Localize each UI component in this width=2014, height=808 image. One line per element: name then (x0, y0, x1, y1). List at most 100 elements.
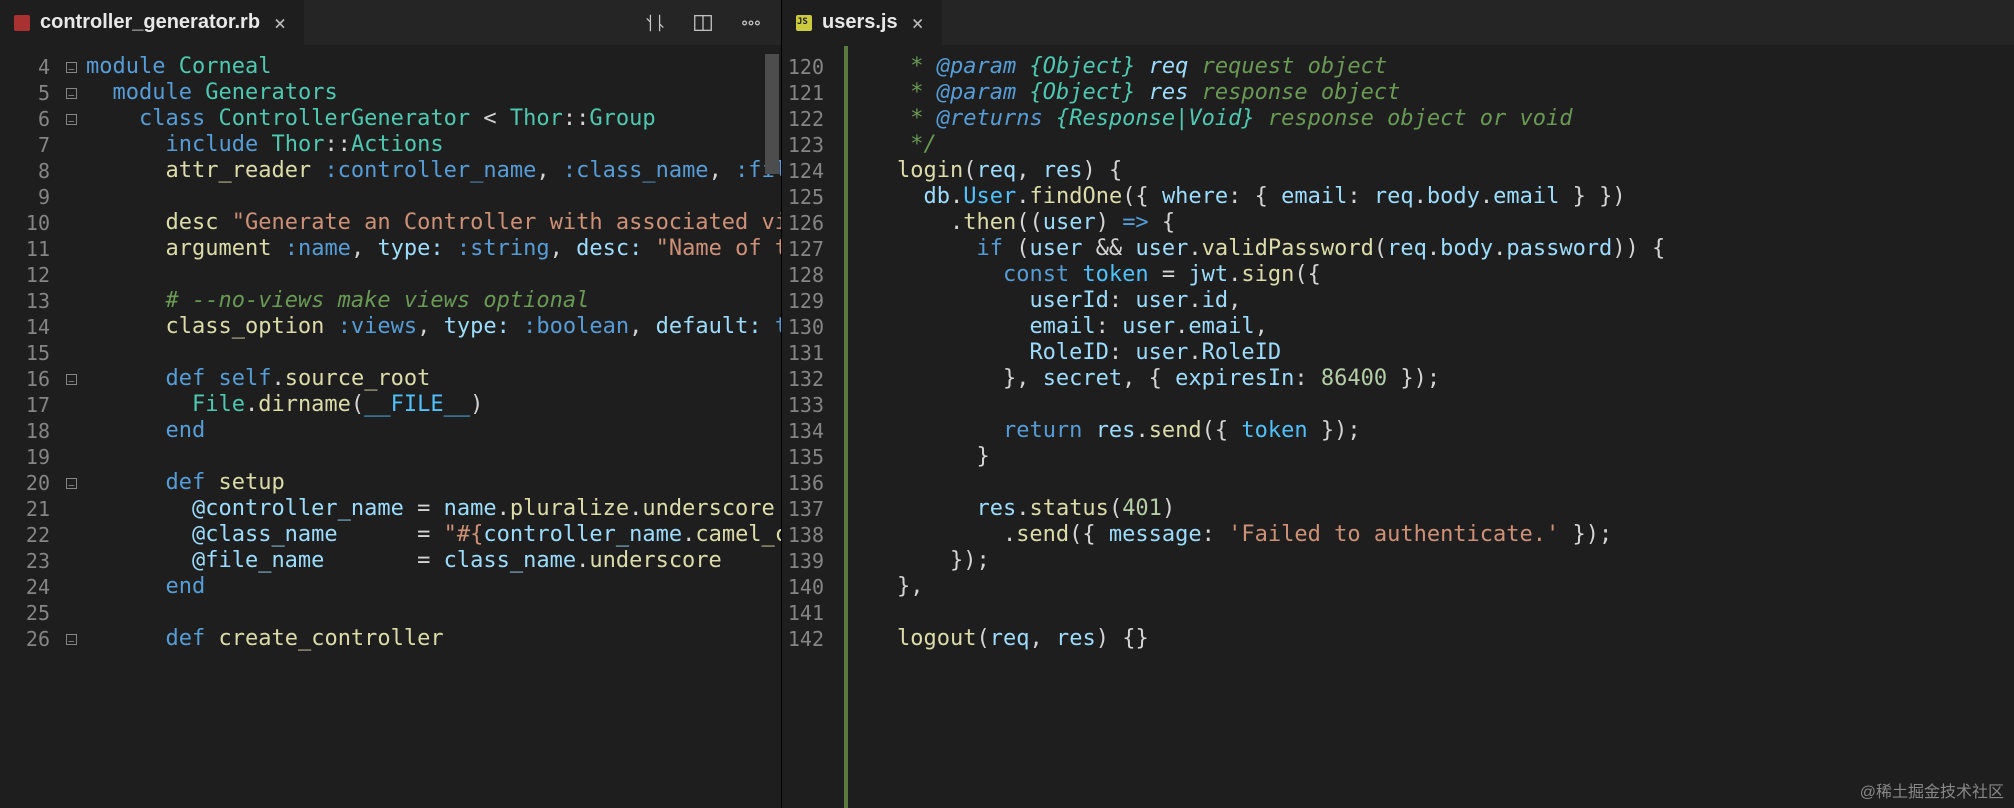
code-content[interactable]: File.dirname(__FILE__) (80, 392, 781, 418)
fold-toggle-icon[interactable] (64, 626, 80, 652)
code-line[interactable]: 11 argument :name, type: :string, desc: … (0, 236, 781, 262)
code-line[interactable]: 139 }); (782, 548, 2014, 574)
code-line[interactable]: 8 attr_reader :controller_name, :class_n… (0, 158, 781, 184)
code-line[interactable]: 13 # --no-views make views optional (0, 288, 781, 314)
compare-changes-icon[interactable] (643, 11, 667, 35)
code-line[interactable]: 132 }, secret, { expiresIn: 86400 }); (782, 366, 2014, 392)
code-content[interactable]: def create_controller (80, 626, 781, 652)
code-line[interactable]: 16 def self.source_root (0, 366, 781, 392)
scrollbar[interactable] (765, 54, 779, 174)
code-line[interactable]: 130 email: user.email, (782, 314, 2014, 340)
code-content[interactable]: email: user.email, (838, 314, 2014, 340)
code-line[interactable]: 126 .then((user) => { (782, 210, 2014, 236)
code-line[interactable]: 135 } (782, 444, 2014, 470)
code-content[interactable] (80, 340, 781, 366)
code-content[interactable]: if (user && user.validPassword(req.body.… (838, 236, 2014, 262)
code-content[interactable]: const token = jwt.sign({ (838, 262, 2014, 288)
code-line[interactable]: 12 (0, 262, 781, 288)
code-line[interactable]: 18 end (0, 418, 781, 444)
code-line[interactable]: 141 (782, 600, 2014, 626)
fold-toggle-icon[interactable] (64, 470, 80, 496)
code-content[interactable]: class ControllerGenerator < Thor::Group (80, 106, 781, 132)
code-content[interactable]: login(req, res) { (838, 158, 2014, 184)
code-content[interactable]: .then((user) => { (838, 210, 2014, 236)
code-content[interactable]: @file_name = class_name.underscore (80, 548, 781, 574)
code-area-right[interactable]: 120 * @param {Object} req request object… (782, 46, 2014, 808)
code-line[interactable]: 6 class ControllerGenerator < Thor::Grou… (0, 106, 781, 132)
code-content[interactable] (838, 600, 2014, 626)
code-line[interactable]: 122 * @returns {Response|Void} response … (782, 106, 2014, 132)
code-content[interactable]: res.status(401) (838, 496, 2014, 522)
code-line[interactable]: 128 const token = jwt.sign({ (782, 262, 2014, 288)
code-content[interactable] (80, 262, 781, 288)
close-icon[interactable]: × (270, 11, 290, 35)
code-area-left[interactable]: 4module Corneal5 module Generators6 clas… (0, 46, 781, 808)
code-line[interactable]: 5 module Generators (0, 80, 781, 106)
code-content[interactable]: }, (838, 574, 2014, 600)
code-line[interactable]: 140 }, (782, 574, 2014, 600)
code-line[interactable]: 7 include Thor::Actions (0, 132, 781, 158)
tab-controller-generator[interactable]: controller_generator.rb × (0, 0, 305, 45)
code-line[interactable]: 138 .send({ message: 'Failed to authenti… (782, 522, 2014, 548)
code-line[interactable]: 131 RoleID: user.RoleID (782, 340, 2014, 366)
code-content[interactable]: end (80, 574, 781, 600)
code-line[interactable]: 121 * @param {Object} res response objec… (782, 80, 2014, 106)
code-content[interactable]: * @returns {Response|Void} response obje… (838, 106, 2014, 132)
code-line[interactable]: 26 def create_controller (0, 626, 781, 652)
code-line[interactable]: 20 def setup (0, 470, 781, 496)
code-content[interactable]: desc "Generate an Controller with associ… (80, 210, 781, 236)
code-line[interactable]: 21 @controller_name = name.pluralize.und… (0, 496, 781, 522)
code-line[interactable]: 137 res.status(401) (782, 496, 2014, 522)
code-content[interactable]: argument :name, type: :string, desc: "Na… (80, 236, 781, 262)
code-content[interactable]: @controller_name = name.pluralize.unders… (80, 496, 781, 522)
code-content[interactable]: }, secret, { expiresIn: 86400 }); (838, 366, 2014, 392)
code-content[interactable]: * @param {Object} res response object (838, 80, 2014, 106)
code-content[interactable] (80, 600, 781, 626)
code-line[interactable]: 15 (0, 340, 781, 366)
code-line[interactable]: 136 (782, 470, 2014, 496)
code-line[interactable]: 127 if (user && user.validPassword(req.b… (782, 236, 2014, 262)
code-line[interactable]: 14 class_option :views, type: :boolean, … (0, 314, 781, 340)
code-content[interactable]: }); (838, 548, 2014, 574)
fold-toggle-icon[interactable] (64, 80, 80, 106)
code-content[interactable]: module Corneal (80, 54, 781, 80)
code-line[interactable]: 125 db.User.findOne({ where: { email: re… (782, 184, 2014, 210)
code-content[interactable]: def setup (80, 470, 781, 496)
code-line[interactable]: 22 @class_name = "#{controller_name.came… (0, 522, 781, 548)
code-content[interactable]: # --no-views make views optional (80, 288, 781, 314)
code-content[interactable] (838, 470, 2014, 496)
tab-users-js[interactable]: users.js × (782, 0, 943, 45)
code-line[interactable]: 134 return res.send({ token }); (782, 418, 2014, 444)
code-line[interactable]: 120 * @param {Object} req request object (782, 54, 2014, 80)
code-content[interactable]: RoleID: user.RoleID (838, 340, 2014, 366)
code-line[interactable]: 10 desc "Generate an Controller with ass… (0, 210, 781, 236)
code-content[interactable]: def self.source_root (80, 366, 781, 392)
fold-toggle-icon[interactable] (64, 366, 80, 392)
code-content[interactable]: attr_reader :controller_name, :class_nam… (80, 158, 781, 184)
code-content[interactable]: @class_name = "#{controller_name.camel_c… (80, 522, 781, 548)
code-content[interactable] (80, 444, 781, 470)
code-line[interactable]: 24 end (0, 574, 781, 600)
code-line[interactable]: 124 login(req, res) { (782, 158, 2014, 184)
code-line[interactable]: 17 File.dirname(__FILE__) (0, 392, 781, 418)
code-line[interactable]: 142 logout(req, res) {} (782, 626, 2014, 652)
code-content[interactable]: module Generators (80, 80, 781, 106)
code-line[interactable]: 129 userId: user.id, (782, 288, 2014, 314)
more-actions-icon[interactable] (739, 11, 763, 35)
code-content[interactable]: end (80, 418, 781, 444)
code-content[interactable]: include Thor::Actions (80, 132, 781, 158)
code-content[interactable] (838, 392, 2014, 418)
code-line[interactable]: 123 */ (782, 132, 2014, 158)
code-line[interactable]: 23 @file_name = class_name.underscore (0, 548, 781, 574)
code-line[interactable]: 133 (782, 392, 2014, 418)
code-line[interactable]: 19 (0, 444, 781, 470)
code-content[interactable]: class_option :views, type: :boolean, def… (80, 314, 781, 340)
code-line[interactable]: 25 (0, 600, 781, 626)
fold-toggle-icon[interactable] (64, 106, 80, 132)
code-content[interactable]: logout(req, res) {} (838, 626, 2014, 652)
code-content[interactable]: userId: user.id, (838, 288, 2014, 314)
code-content[interactable]: db.User.findOne({ where: { email: req.bo… (838, 184, 2014, 210)
code-content[interactable]: .send({ message: 'Failed to authenticate… (838, 522, 2014, 548)
fold-toggle-icon[interactable] (64, 54, 80, 80)
code-content[interactable]: } (838, 444, 2014, 470)
